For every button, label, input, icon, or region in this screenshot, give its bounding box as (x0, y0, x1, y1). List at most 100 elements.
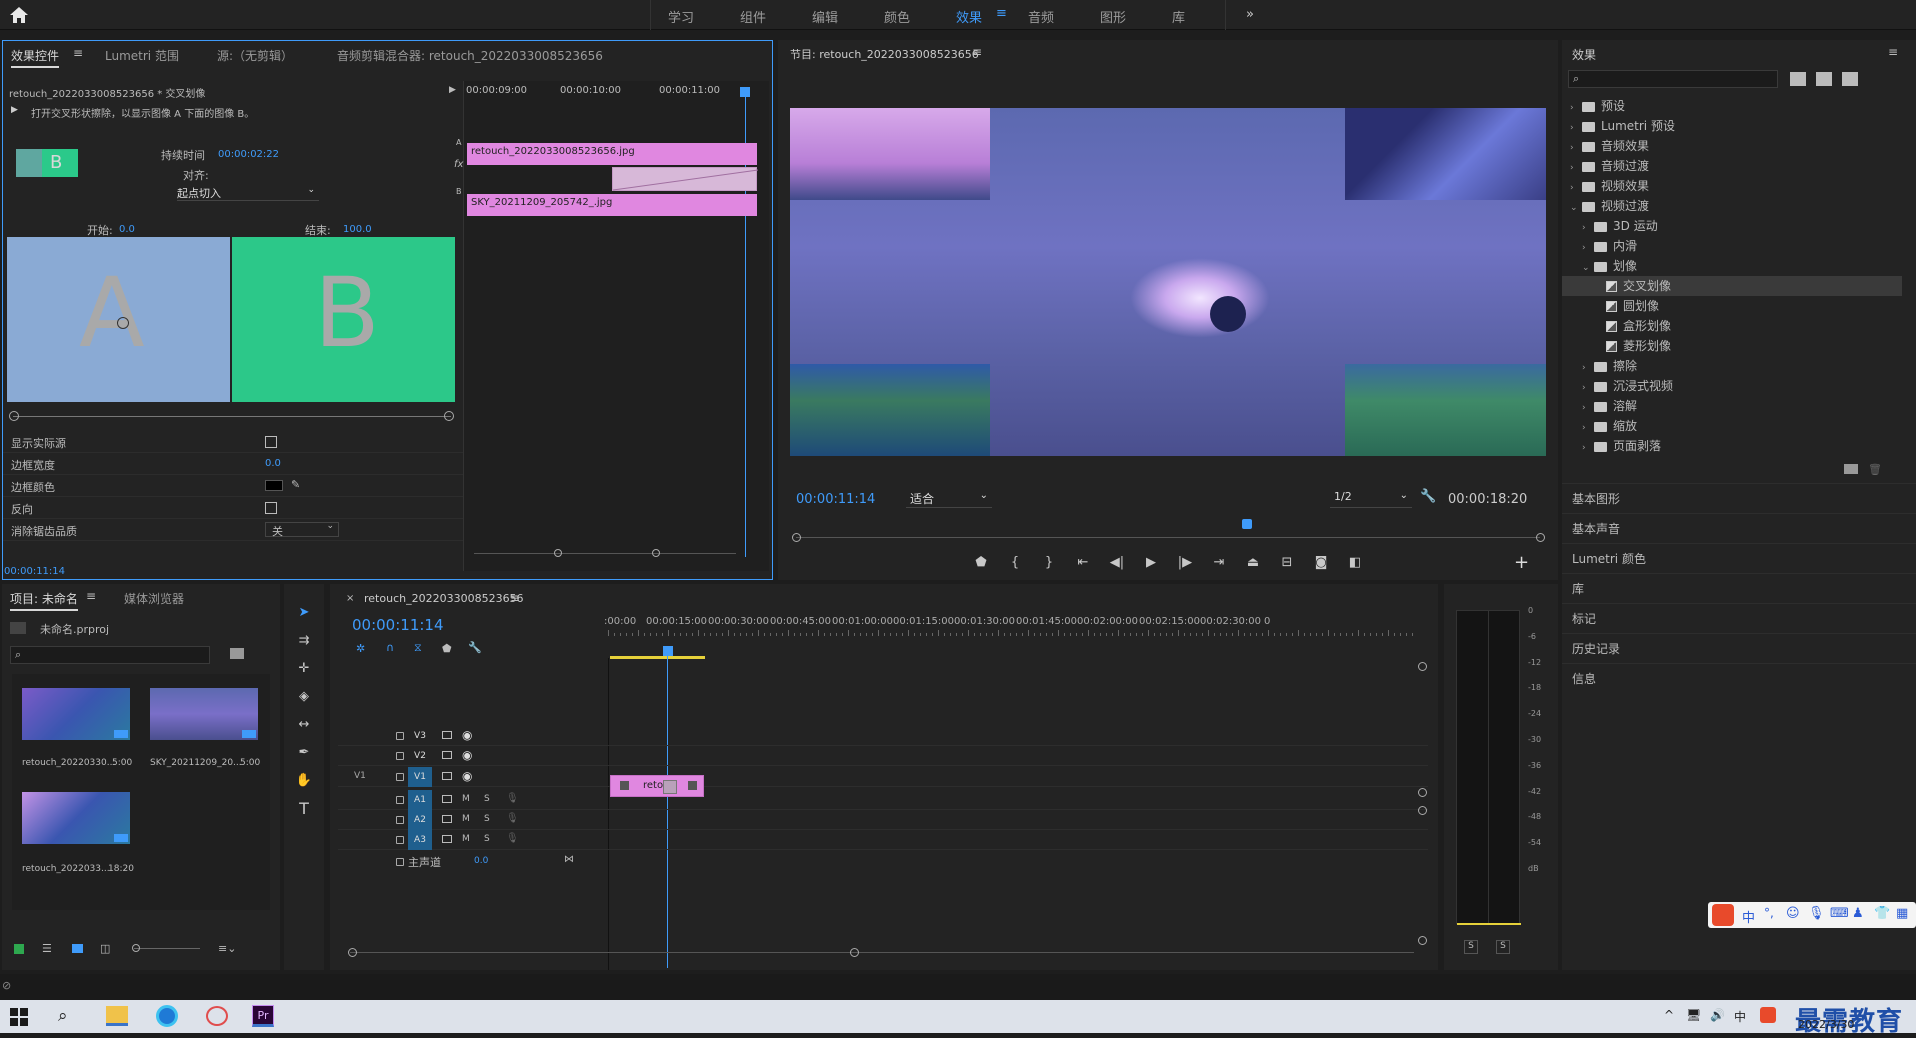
effect-folder[interactable]: ⌄ 划像 (1562, 256, 1902, 276)
lock-icon[interactable] (396, 858, 404, 866)
menu-icon[interactable]: ≡ (996, 6, 1007, 21)
eye-icon[interactable]: ◉ (462, 748, 472, 762)
panel-menu-icon[interactable]: ≡ (510, 591, 520, 605)
lock-icon[interactable] (396, 732, 404, 740)
chevron-right-icon[interactable]: › (1570, 118, 1582, 138)
transition-slider-track[interactable] (13, 416, 451, 417)
panel-menu-icon[interactable]: ≡ (1888, 45, 1898, 59)
chevron-right-icon[interactable]: › (1570, 158, 1582, 178)
punctuation-icon[interactable]: °, (1764, 906, 1774, 920)
sync-lock-icon[interactable] (442, 751, 452, 759)
chevron-right-icon[interactable]: › (1570, 178, 1582, 198)
sogou-tray-icon[interactable] (1760, 1007, 1776, 1023)
align-select[interactable]: 起点切入 ⌄ (177, 185, 319, 201)
edge-icon[interactable] (156, 1005, 178, 1027)
linked-selection-icon[interactable]: ⧖ (414, 641, 422, 655)
magnet-icon[interactable]: ∩ (386, 641, 394, 654)
solo-button[interactable]: S (484, 834, 490, 844)
zoom-handle-left[interactable] (554, 549, 562, 557)
effect-folder[interactable]: › 缩放 (1562, 416, 1902, 436)
effect-controls-timecode[interactable]: 00:00:11:14 (4, 566, 65, 577)
program-playhead-icon[interactable] (1242, 519, 1252, 529)
chevron-right-icon[interactable]: › (1582, 378, 1594, 398)
center-handle-icon[interactable] (117, 317, 129, 329)
chevron-right-icon[interactable]: › (1582, 238, 1594, 258)
lock-icon[interactable] (396, 836, 404, 844)
scroll-handle[interactable] (1418, 662, 1427, 671)
effect-folder[interactable]: › 页面剥落 (1562, 436, 1902, 456)
anti-aliasing-select[interactable]: 关 ⌄ (265, 521, 339, 538)
border-color-swatch[interactable] (265, 480, 283, 491)
border-width-value[interactable]: 0.0 (265, 458, 281, 469)
sync-lock-icon[interactable] (442, 731, 452, 739)
effect-folder[interactable]: › 内滑 (1562, 236, 1902, 256)
mute-button[interactable]: M (462, 834, 470, 844)
mic-icon[interactable]: 🎙 (1808, 906, 1825, 921)
emoji-icon[interactable]: ☺ (1786, 906, 1800, 921)
scroll-handle[interactable] (1418, 806, 1427, 815)
solo-button[interactable]: S (484, 814, 490, 824)
fit-select[interactable]: 适合 ⌄ (906, 490, 992, 508)
lock-icon[interactable] (14, 944, 24, 954)
program-scrubber[interactable] (796, 537, 1540, 538)
hscroll-handle[interactable] (850, 948, 859, 957)
premiere-pro-icon[interactable]: Pr (252, 1005, 274, 1027)
grid-icon[interactable]: ▦ (1896, 906, 1908, 921)
workspace-tab-editing[interactable]: 编辑 (812, 7, 838, 26)
type-tool-icon[interactable]: T (291, 798, 317, 818)
tab-lumetri-scopes[interactable]: Lumetri 范围 (105, 47, 179, 64)
voiceover-icon[interactable]: 🎙 (506, 793, 519, 804)
tab-project[interactable]: 项目: 未命名 (10, 590, 78, 611)
duration-value[interactable]: 00:00:02:22 (218, 149, 279, 160)
extract-icon[interactable]: ⊟ (1274, 552, 1300, 572)
search-icon[interactable]: ⌕ (58, 1006, 68, 1026)
workspace-tab-color[interactable]: 颜色 (884, 7, 910, 26)
chevron-up-icon[interactable]: ^ (1664, 1008, 1674, 1022)
tab-source[interactable]: 源:（无剪辑） (217, 47, 293, 64)
timeline-playhead-icon[interactable] (663, 646, 673, 656)
section-lumetri-color[interactable]: Lumetri 颜色 (1562, 543, 1916, 573)
sync-lock-icon[interactable] (442, 795, 452, 803)
chevron-right-icon[interactable]: › (1582, 418, 1594, 438)
play-preview-icon[interactable]: ▶ (11, 105, 18, 115)
yuv-effects-icon[interactable] (1842, 72, 1858, 86)
eyedropper-icon[interactable]: ✎ (291, 478, 300, 491)
hscroll-handle[interactable] (348, 948, 357, 957)
mute-button[interactable]: M (462, 794, 470, 804)
timeline-clip[interactable]: reto (610, 775, 704, 797)
panel-menu-icon[interactable]: ≡ (972, 45, 982, 59)
scroll-handle[interactable] (1418, 936, 1427, 945)
reverse-checkbox[interactable] (265, 502, 277, 514)
ime-status-icon[interactable]: 中 (1734, 1008, 1746, 1025)
chevron-right-icon[interactable]: › (1582, 358, 1594, 378)
track-label[interactable]: V2 (408, 746, 432, 766)
new-bin-icon[interactable] (1844, 464, 1858, 474)
track-label[interactable]: A3 (408, 830, 432, 850)
snap-icon[interactable]: ✲ (356, 642, 365, 655)
slip-tool-icon[interactable]: ↔ (291, 714, 317, 734)
track-label[interactable]: V1 (408, 767, 432, 787)
go-to-in-icon[interactable]: ⇤ (1070, 552, 1096, 572)
track-label[interactable]: A1 (408, 790, 432, 810)
chevron-right-icon[interactable]: › (1570, 138, 1582, 158)
ime-lang-label[interactable]: 中 (1742, 907, 1755, 926)
program-video-frame[interactable] (790, 108, 1546, 456)
sync-lock-icon[interactable] (442, 772, 452, 780)
chevron-down-icon[interactable]: ⌄ (1582, 258, 1594, 278)
lift-icon[interactable]: ⏏ (1240, 552, 1266, 572)
voiceover-icon[interactable]: 🎙 (506, 833, 519, 844)
chevron-down-icon[interactable]: ⌄ (1570, 198, 1582, 218)
app-icon[interactable] (206, 1006, 228, 1026)
track-label[interactable]: A2 (408, 810, 432, 830)
step-forward-icon[interactable]: |▶ (1172, 552, 1198, 572)
eye-icon[interactable]: ◉ (462, 769, 472, 783)
mark-out-icon[interactable]: } (1036, 552, 1062, 572)
icon-view-icon[interactable] (72, 944, 83, 953)
section-info[interactable]: 信息 (1562, 663, 1916, 693)
chevron-right-icon[interactable]: › (1582, 218, 1594, 238)
play-icon[interactable]: ▶ (1138, 552, 1164, 572)
effects-search-input[interactable]: ⌕ (1568, 70, 1778, 88)
home-icon[interactable] (8, 5, 38, 25)
delete-icon[interactable]: 🗑 (1868, 463, 1882, 476)
mini-playhead-icon[interactable] (740, 87, 750, 97)
